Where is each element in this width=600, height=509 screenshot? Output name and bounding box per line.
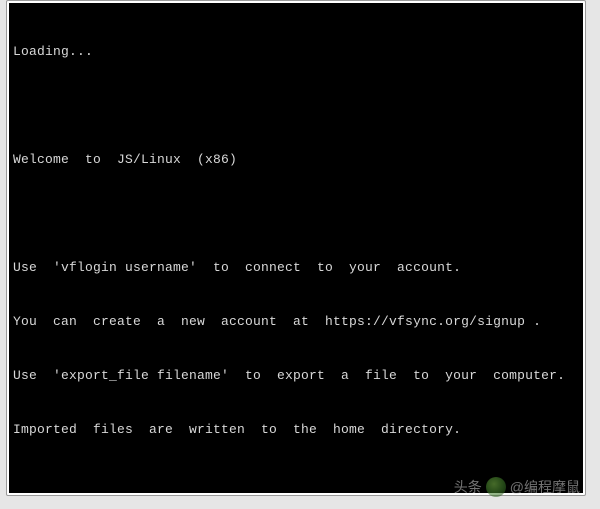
blank-line bbox=[13, 205, 579, 223]
watermark-text-right: @编程摩鼠 bbox=[510, 477, 580, 497]
watermark: 头条 @编程摩鼠 bbox=[454, 477, 580, 497]
welcome-line: Welcome to JS/Linux (x86) bbox=[13, 151, 579, 169]
terminal-window: Loading... Welcome to JS/Linux (x86) Use… bbox=[6, 0, 586, 496]
blank-line bbox=[13, 97, 579, 115]
terminal[interactable]: Loading... Welcome to JS/Linux (x86) Use… bbox=[9, 3, 583, 493]
help-line-1: Use 'vflogin username' to connect to you… bbox=[13, 259, 579, 277]
help-line-3: Use 'export_file filename' to export a f… bbox=[13, 367, 579, 385]
watermark-avatar-icon bbox=[486, 477, 506, 497]
watermark-text-left: 头条 bbox=[454, 477, 482, 497]
help-line-4: Imported files are written to the home d… bbox=[13, 421, 579, 439]
loading-line: Loading... bbox=[13, 43, 579, 61]
help-line-2: You can create a new account at https://… bbox=[13, 313, 579, 331]
